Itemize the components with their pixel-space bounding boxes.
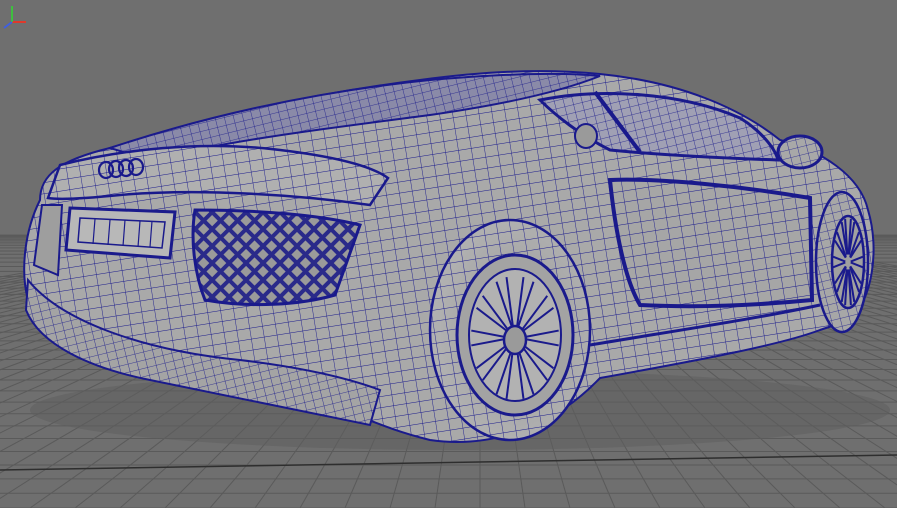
viewport-canvas[interactable] (0, 0, 897, 508)
license-plate[interactable] (64, 206, 177, 260)
side-blade-mesh (610, 179, 812, 307)
grid-line (0, 454, 897, 471)
z-axis-icon (3, 21, 13, 29)
rear-grille[interactable] (191, 208, 362, 307)
front-wheel[interactable] (814, 190, 870, 334)
3d-viewport[interactable] (0, 0, 897, 508)
axis-gizmo (3, 6, 26, 29)
rear-wheel-hub (502, 324, 528, 356)
rear-wheel[interactable] (428, 218, 592, 442)
fuel-cap[interactable] (574, 123, 598, 149)
side-mirror[interactable] (776, 134, 824, 170)
